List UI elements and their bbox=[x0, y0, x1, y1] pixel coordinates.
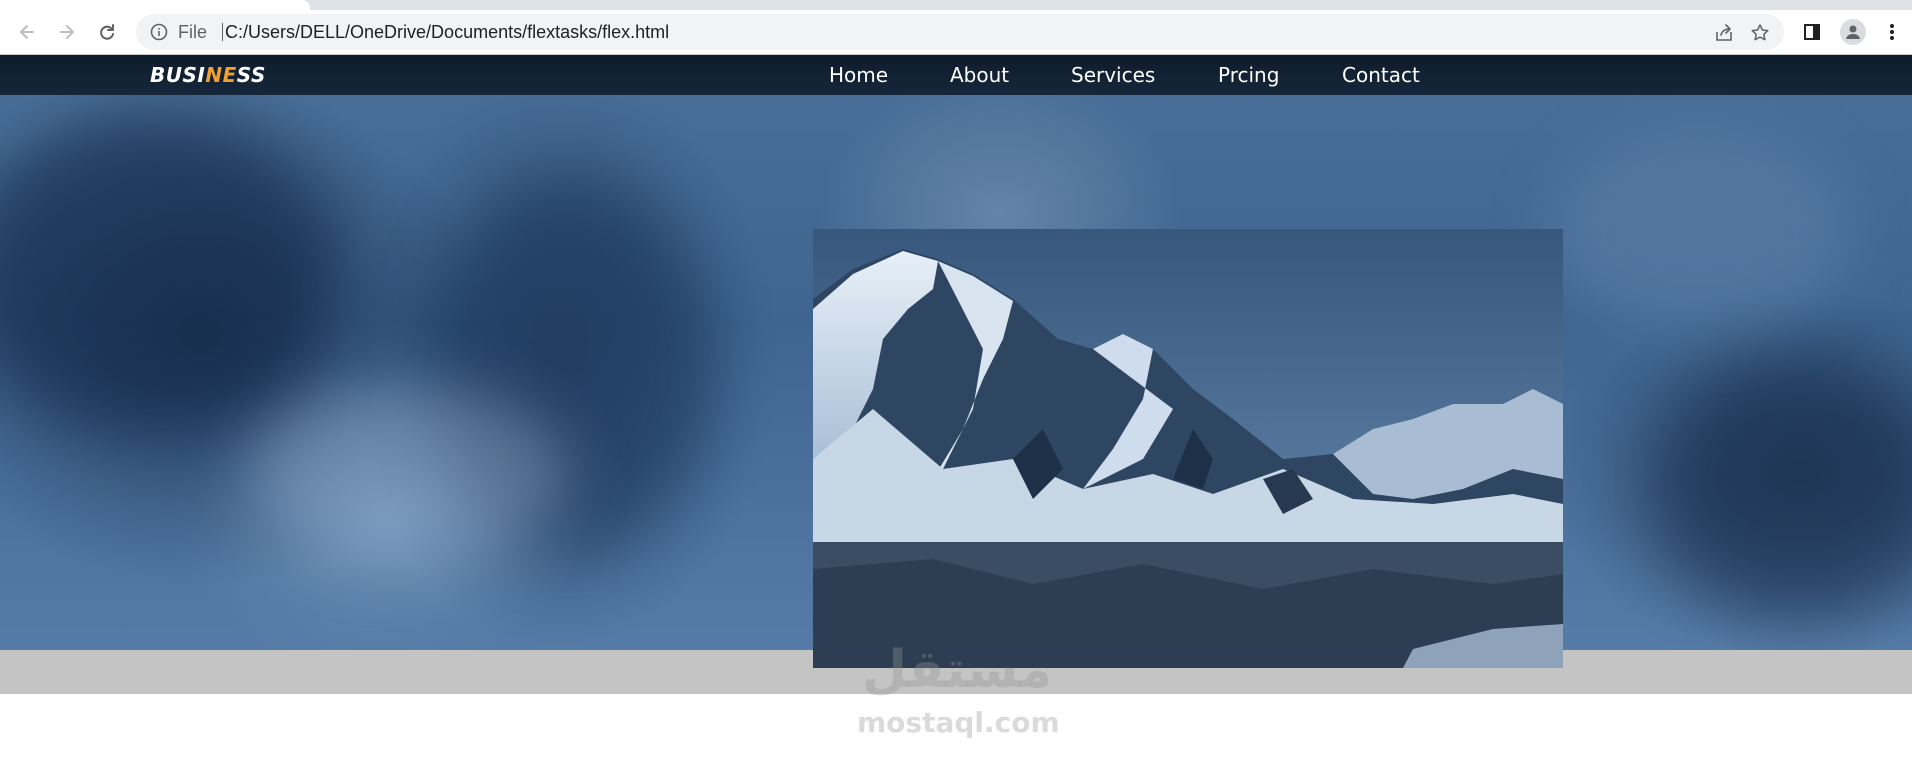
tab-strip bbox=[0, 0, 1912, 10]
nav-link-about[interactable]: About bbox=[950, 55, 1009, 95]
back-button[interactable] bbox=[13, 18, 41, 46]
nav-link-pricing[interactable]: Prcing bbox=[1218, 55, 1279, 95]
address-bar[interactable]: File C:/Users/DELL/OneDrive/Documents/fl… bbox=[136, 14, 1784, 50]
share-button[interactable] bbox=[1713, 22, 1735, 44]
logo-text-accent: NE bbox=[205, 63, 237, 87]
menu-icon bbox=[1890, 24, 1894, 40]
logo-text-end: SS bbox=[236, 63, 266, 87]
mountain-image bbox=[813, 229, 1563, 668]
omnibox-divider bbox=[222, 23, 223, 41]
nav-link-services[interactable]: Services bbox=[1071, 55, 1155, 95]
side-panel-icon bbox=[1804, 24, 1820, 40]
side-panel-button[interactable] bbox=[1798, 18, 1826, 46]
nav-link-contact[interactable]: Contact bbox=[1342, 55, 1420, 95]
site-logo[interactable]: BUSINESS bbox=[150, 55, 266, 95]
bookmark-button[interactable] bbox=[1749, 22, 1771, 44]
reload-button[interactable] bbox=[93, 18, 121, 46]
browser-menu-button[interactable] bbox=[1878, 18, 1906, 46]
active-tab[interactable] bbox=[0, 0, 310, 10]
forward-icon bbox=[60, 25, 74, 39]
logo-text-start: BUSI bbox=[150, 63, 206, 87]
bookmark-star-icon bbox=[1751, 24, 1769, 41]
watermark-latin: mostaql.com bbox=[857, 706, 1060, 739]
profile-icon bbox=[1840, 19, 1866, 45]
forward-button[interactable] bbox=[53, 18, 81, 46]
url-text[interactable]: C:/Users/DELL/OneDrive/Documents/flextas… bbox=[225, 14, 669, 50]
watermark-arabic: مستقل bbox=[861, 640, 1053, 700]
info-icon[interactable] bbox=[150, 23, 168, 41]
browser-toolbar: File C:/Users/DELL/OneDrive/Documents/fl… bbox=[0, 10, 1912, 55]
profile-button[interactable] bbox=[1839, 18, 1867, 46]
file-label: File bbox=[178, 22, 208, 42]
site-navbar: BUSINESS Home About Services Prcing Cont… bbox=[0, 55, 1912, 95]
watermark: مستقل mostaql.com bbox=[857, 640, 1060, 750]
share-icon bbox=[1716, 24, 1732, 41]
nav-link-home[interactable]: Home bbox=[829, 55, 888, 95]
reload-icon bbox=[100, 24, 114, 40]
back-icon bbox=[20, 25, 34, 39]
